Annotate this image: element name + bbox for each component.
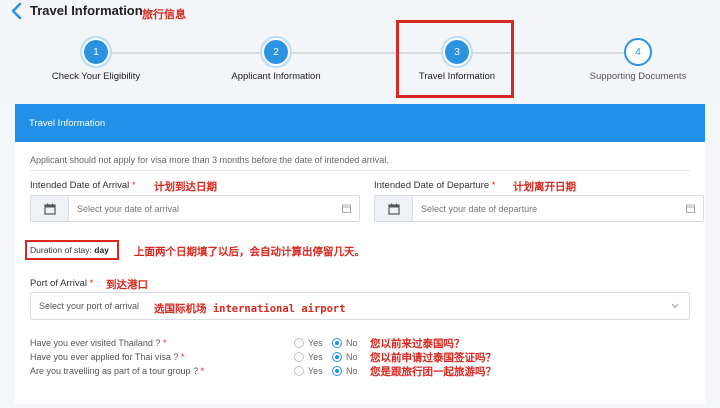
visited-yes-label[interactable]: Yes xyxy=(308,338,323,348)
port-select[interactable]: Select your port of arrival xyxy=(30,292,690,320)
departure-placeholder: Select your date of departure xyxy=(421,204,538,214)
visited-yes-radio[interactable] xyxy=(294,338,304,348)
question-tour-group: Are you travelling as part of a tour gro… xyxy=(30,366,204,376)
arrival-label: Intended Date of Arrival * xyxy=(30,180,136,191)
tour-no-radio[interactable] xyxy=(332,366,342,376)
applied-yes-radio[interactable] xyxy=(294,352,304,362)
step-2-label[interactable]: Applicant Information xyxy=(231,71,320,82)
step-1-label[interactable]: Check Your Eligibility xyxy=(52,71,140,82)
annotation-q3: 您是跟旅行团一起旅游吗？ xyxy=(370,366,496,378)
question-text: Have you ever visited Thailand ? xyxy=(30,338,161,348)
port-label: Port of Arrival * xyxy=(30,278,93,289)
divider xyxy=(30,170,690,171)
active-step-highlight xyxy=(396,20,514,98)
calendar-icon xyxy=(387,203,400,215)
required-mark: * xyxy=(491,180,496,191)
duration-value: day xyxy=(94,245,109,255)
stepper-track xyxy=(96,52,640,54)
arrival-label-text: Intended Date of Arrival xyxy=(30,180,130,191)
visited-no-label[interactable]: No xyxy=(346,338,358,348)
departure-date-input[interactable]: Select your date of departure xyxy=(374,195,704,222)
departure-calendar-button[interactable] xyxy=(375,196,413,221)
chevron-down-icon xyxy=(671,303,679,309)
notice-text: Applicant should not apply for visa more… xyxy=(30,155,389,165)
calendar-small-icon xyxy=(342,204,351,213)
annotation-q1: 您以前来过泰国吗？ xyxy=(370,338,465,350)
section-header: Travel Information xyxy=(15,104,705,142)
applied-no-radio[interactable] xyxy=(332,352,342,362)
page-header: Travel Information 旅行信息 1 Check Your Eli… xyxy=(0,0,720,100)
back-chevron-icon[interactable] xyxy=(10,2,24,20)
tour-yes-label[interactable]: Yes xyxy=(308,366,323,376)
applied-yes-label[interactable]: Yes xyxy=(308,352,323,362)
required-mark: * xyxy=(200,366,205,376)
annotation-departure: 计划离开日期 xyxy=(513,181,576,193)
calendar-small-icon xyxy=(686,204,695,213)
step-4-label[interactable]: Supporting Documents xyxy=(590,71,687,82)
annotation-arrival: 计划到达日期 xyxy=(154,181,217,193)
duration-label: Duration of stay: xyxy=(30,245,92,255)
required-mark: * xyxy=(89,278,94,289)
visited-no-radio[interactable] xyxy=(332,338,342,348)
question-applied-thai-visa: Have you ever applied for Thai visa ? * xyxy=(30,352,184,362)
tour-yes-radio[interactable] xyxy=(294,366,304,376)
calendar-icon xyxy=(43,203,56,215)
page-title: Travel Information xyxy=(30,3,143,18)
arrival-calendar-button[interactable] xyxy=(31,196,69,221)
travel-info-card: Travel Information Applicant should not … xyxy=(15,104,705,404)
annotation-q2: 您以前申请过泰国签证吗？ xyxy=(370,352,496,364)
port-placeholder: Select your port of arrival xyxy=(39,301,140,311)
port-label-text: Port of Arrival xyxy=(30,278,88,289)
duration-of-stay: Duration of stay: day xyxy=(25,240,119,260)
arrival-date-input[interactable]: Select your date of arrival xyxy=(30,195,360,222)
required-mark: * xyxy=(180,352,185,362)
question-text: Have you ever applied for Thai visa ? xyxy=(30,352,179,362)
tour-no-label[interactable]: No xyxy=(346,366,358,376)
annotation-port: 到达港口 xyxy=(106,279,148,291)
departure-label-text: Intended Date of Departure xyxy=(374,180,490,191)
annotation-title: 旅行信息 xyxy=(142,8,186,21)
annotation-port-select: 选国际机场 international airport xyxy=(154,303,346,315)
departure-label: Intended Date of Departure * xyxy=(374,180,495,191)
step-4-circle[interactable]: 4 xyxy=(624,38,652,66)
question-text: Are you travelling as part of a tour gro… xyxy=(30,366,199,376)
step-1-circle[interactable]: 1 xyxy=(82,38,110,66)
required-mark: * xyxy=(131,180,136,191)
arrival-placeholder: Select your date of arrival xyxy=(77,204,180,214)
step-2-circle[interactable]: 2 xyxy=(262,38,290,66)
question-visited-thailand: Have you ever visited Thailand ? * xyxy=(30,338,166,348)
required-mark: * xyxy=(162,338,167,348)
applied-no-label[interactable]: No xyxy=(346,352,358,362)
annotation-duration: 上面两个日期填了以后，会自动计算出停留几天。 xyxy=(134,246,365,258)
